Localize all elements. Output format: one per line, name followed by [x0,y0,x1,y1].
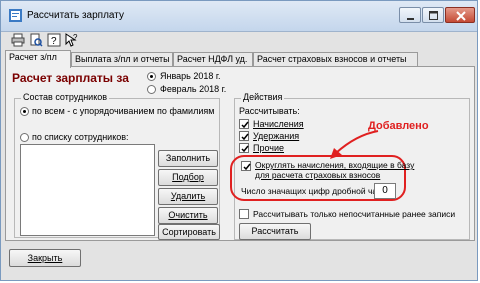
decimal-digits-label: Число значащих цифр дробной части: [241,186,393,196]
accruals-label[interactable]: Начисления [253,119,304,129]
period-february-label[interactable]: Февраль 2018 г. [160,84,226,94]
only-unpaid-label[interactable]: Рассчитывать только непосчитанные ранее … [253,209,455,219]
calculate-button[interactable]: Рассчитать [239,223,311,240]
salary-calc-panel: Расчет зарплаты за Январь 2018 г. Феврал… [5,66,475,241]
close-window-button[interactable] [445,7,475,23]
close-icon [456,11,466,21]
delete-button-label: Удалить [170,191,206,201]
close-button-label: Закрыть [27,253,63,263]
employee-list[interactable] [20,144,155,236]
title-bar[interactable]: Рассчитать зарплату [1,1,477,32]
minimize-button[interactable] [399,7,421,23]
sort-button[interactable]: Сортировать [158,224,220,240]
context-help-icon[interactable]: ? [65,33,79,47]
period-radio-january[interactable] [147,72,156,81]
checkmark-icon [241,133,249,141]
window-title: Рассчитать зарплату [27,10,124,21]
tab-payment-reports[interactable]: Выплата з/пл и отчеты [71,52,173,67]
staff-list-label[interactable]: по списку сотрудников: [32,132,129,142]
checkmark-icon [241,145,249,153]
accruals-checkbox[interactable] [239,119,249,129]
tab-ndfl-calc[interactable]: Расчет НДФЛ уд. [173,52,253,67]
tab-salary-calc[interactable]: Расчет з/пл [5,50,71,68]
round-accruals-label-line1[interactable]: Округлять начисления, входящие в базу [255,160,414,170]
page-heading: Расчет зарплаты за [12,71,129,85]
actions-group-label: Действия [241,92,285,102]
other-label[interactable]: Прочие [253,143,284,153]
checkmark-icon [243,163,251,171]
clear-button[interactable]: Очистить [158,207,218,224]
toolbar: ? ? [5,31,475,49]
minimize-icon [407,18,414,20]
svg-text:?: ? [73,33,78,42]
fill-button[interactable]: Заполнить [158,150,218,167]
round-accruals-label-line2[interactable]: для расчета страховых взносов [255,170,380,180]
decimal-digits-input[interactable]: 0 [374,183,396,199]
help-icon[interactable]: ? [47,33,61,47]
print-preview-icon[interactable] [29,33,43,47]
staff-all-label[interactable]: по всем - с упорядочиванием по фамилиям [32,106,214,116]
checkmark-icon [241,121,249,129]
other-checkbox[interactable] [239,143,249,153]
close-button[interactable]: Закрыть [9,249,81,267]
tab-bar: Расчет з/пл Выплата з/пл и отчеты Расчет… [5,50,475,68]
period-january-label[interactable]: Январь 2018 г. [160,71,221,81]
deductions-checkbox[interactable] [239,131,249,141]
staff-radio-list[interactable] [20,133,29,142]
print-icon[interactable] [11,33,25,47]
app-icon [9,9,22,22]
staff-group-label: Состав сотрудников [21,92,110,102]
maximize-button[interactable] [422,7,444,23]
sort-button-label: Сортировать [162,227,216,237]
calc-label: Рассчитывать: [239,106,300,116]
select-button-label: Подбор [172,172,204,182]
deductions-label[interactable]: Удержания [253,131,299,141]
svg-text:?: ? [51,36,57,47]
maximize-icon [429,11,438,20]
staff-radio-all[interactable] [20,107,29,116]
clear-button-label: Очистить [168,210,208,220]
period-radio-february[interactable] [147,85,156,94]
select-button[interactable]: Подбор [158,169,218,186]
salary-window: Рассчитать зарплату ? ? Расчет з/пл Выпл… [0,0,478,281]
only-unpaid-checkbox[interactable] [239,209,249,219]
fill-button-label: Заполнить [165,153,211,163]
delete-button[interactable]: Удалить [158,188,218,205]
calculate-button-label: Рассчитать [251,226,299,236]
round-accruals-checkbox[interactable] [241,161,251,171]
tab-insurance-calc[interactable]: Расчет страховых взносов и отчеты [253,52,418,67]
